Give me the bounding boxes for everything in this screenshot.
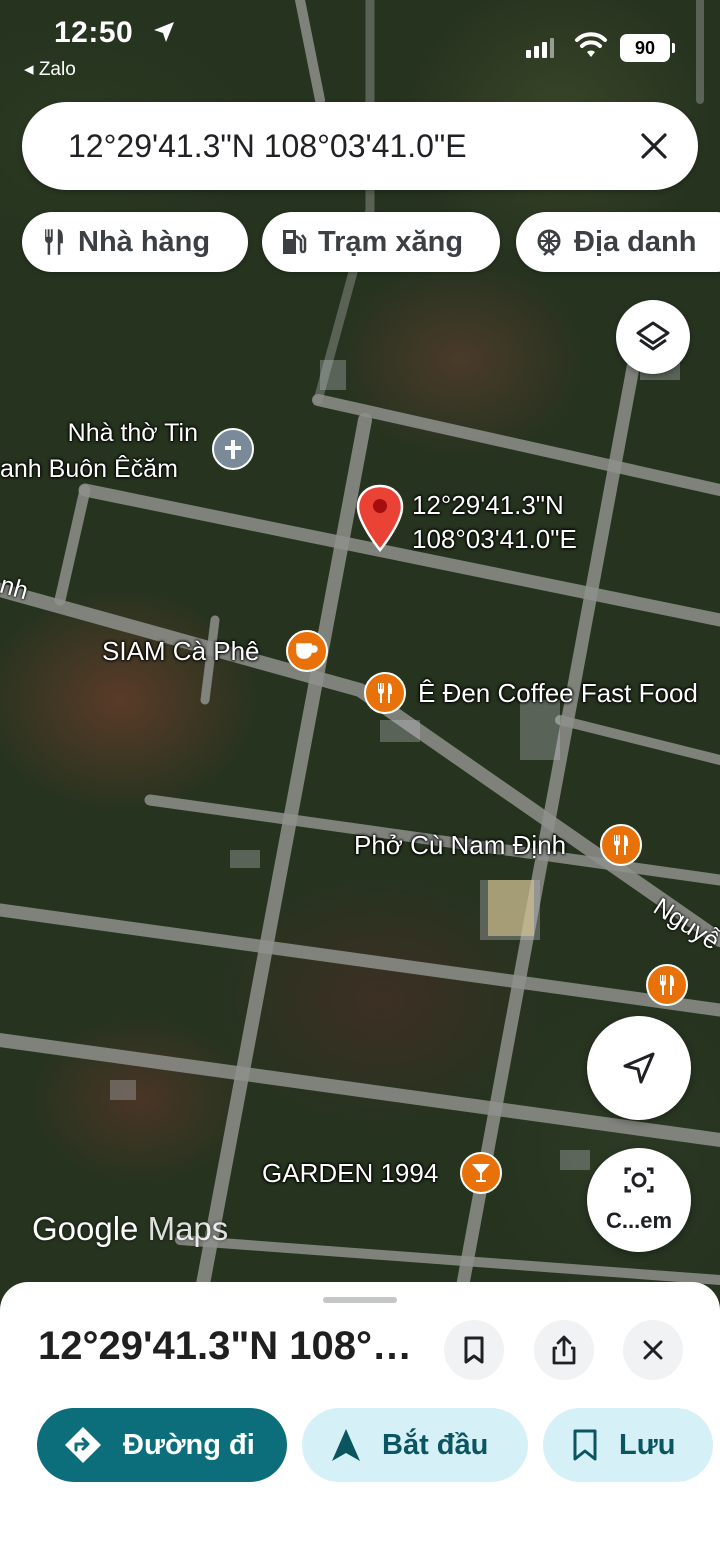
battery-indicator: 90 — [620, 34, 675, 62]
location-arrow-icon — [154, 22, 174, 42]
google-logo-text: Google — [32, 1210, 139, 1247]
pin-coord-line1: 12°29'41.3"N — [412, 490, 564, 520]
coffee-icon[interactable] — [286, 630, 328, 672]
chip-restaurants-label: Nhà hàng — [78, 225, 211, 258]
start-label: Bắt đầu — [382, 1428, 489, 1461]
restaurant-icon[interactable] — [364, 672, 406, 714]
close-icon — [643, 1340, 663, 1360]
church-label-line2: anh Buôn Êčăm — [0, 455, 178, 483]
camera-icon — [624, 1167, 654, 1193]
chip-restaurants[interactable]: Nhà hàng — [22, 212, 248, 272]
restaurant-icon — [45, 229, 63, 255]
status-time: 12:50 — [54, 16, 134, 49]
gas-station-icon — [283, 230, 307, 254]
chip-gas-stations-label: Trạm xăng — [318, 225, 464, 258]
restaurant-icon[interactable] — [646, 964, 688, 1006]
siam-cafe-label[interactable]: SIAM Cà Phê — [102, 634, 260, 668]
save-button[interactable]: Lưu — [543, 1408, 713, 1482]
church-icon[interactable] — [212, 428, 254, 470]
share-icon — [552, 1335, 576, 1365]
share-button[interactable] — [534, 1320, 594, 1380]
place-title: 12°29'41.3"N 108°03'41.0"E — [38, 1324, 418, 1368]
dropped-pin-icon[interactable] — [355, 484, 405, 552]
bookmark-icon — [464, 1336, 484, 1364]
signal-icon — [526, 38, 554, 58]
my-location-button[interactable] — [587, 1016, 691, 1120]
directions-button[interactable]: Đường đi — [37, 1408, 287, 1482]
restaurant-icon[interactable] — [600, 824, 642, 866]
bar-icon[interactable] — [460, 1152, 502, 1194]
close-icon[interactable] — [636, 128, 672, 164]
maps-logo-text: Maps — [147, 1210, 229, 1247]
chip-gas-stations[interactable]: Trạm xăng — [262, 212, 500, 272]
garden-1994-label[interactable]: GARDEN 1994 — [262, 1156, 438, 1190]
pin-coordinates-label: 12°29'41.3"N 108°03'41.0"E — [412, 488, 577, 556]
save-icon-button[interactable] — [444, 1320, 504, 1380]
pho-cu-label[interactable]: Phở Cù Nam Định — [354, 828, 566, 862]
church-label[interactable]: Nhà thờ Tin — [50, 416, 198, 450]
navigation-arrow-icon — [623, 1052, 655, 1084]
directions-label: Đường đi — [123, 1428, 255, 1461]
bookmark-icon — [573, 1429, 597, 1461]
navigation-arrow-icon — [332, 1429, 360, 1461]
directions-icon — [65, 1427, 101, 1463]
chip-landmarks-label: Địa danh — [574, 225, 697, 258]
back-to-app-link[interactable]: ◂ Zalo — [24, 58, 76, 81]
google-maps-logo: Google Maps — [32, 1210, 228, 1248]
wifi-icon — [575, 32, 607, 57]
close-sheet-button[interactable] — [623, 1320, 683, 1380]
e-den-coffee-label[interactable]: Ê Đen Coffee Fast Food — [418, 676, 698, 710]
chip-landmarks[interactable]: Địa danh — [516, 212, 720, 272]
search-bar[interactable]: 12°29'41.3"N 108°03'41.0"E — [22, 102, 698, 190]
start-button[interactable]: Bắt đầu — [302, 1408, 528, 1482]
sheet-drag-handle[interactable] — [323, 1297, 397, 1303]
camera-search-button[interactable]: C...em — [587, 1148, 691, 1252]
camera-button-label: C...em — [605, 1208, 673, 1233]
pin-coord-line2: 108°03'41.0"E — [412, 524, 577, 554]
church-label-line1: Nhà thờ Tin — [67, 419, 198, 447]
landmark-icon — [537, 229, 561, 256]
search-query[interactable]: 12°29'41.3"N 108°03'41.0"E — [68, 128, 467, 165]
save-label: Lưu — [619, 1428, 676, 1461]
layers-icon — [636, 321, 670, 351]
place-bottom-sheet[interactable]: 12°29'41.3"N 108°03'41.0"E Đường đi Bắt … — [0, 1282, 720, 1559]
layers-button[interactable] — [616, 300, 690, 374]
